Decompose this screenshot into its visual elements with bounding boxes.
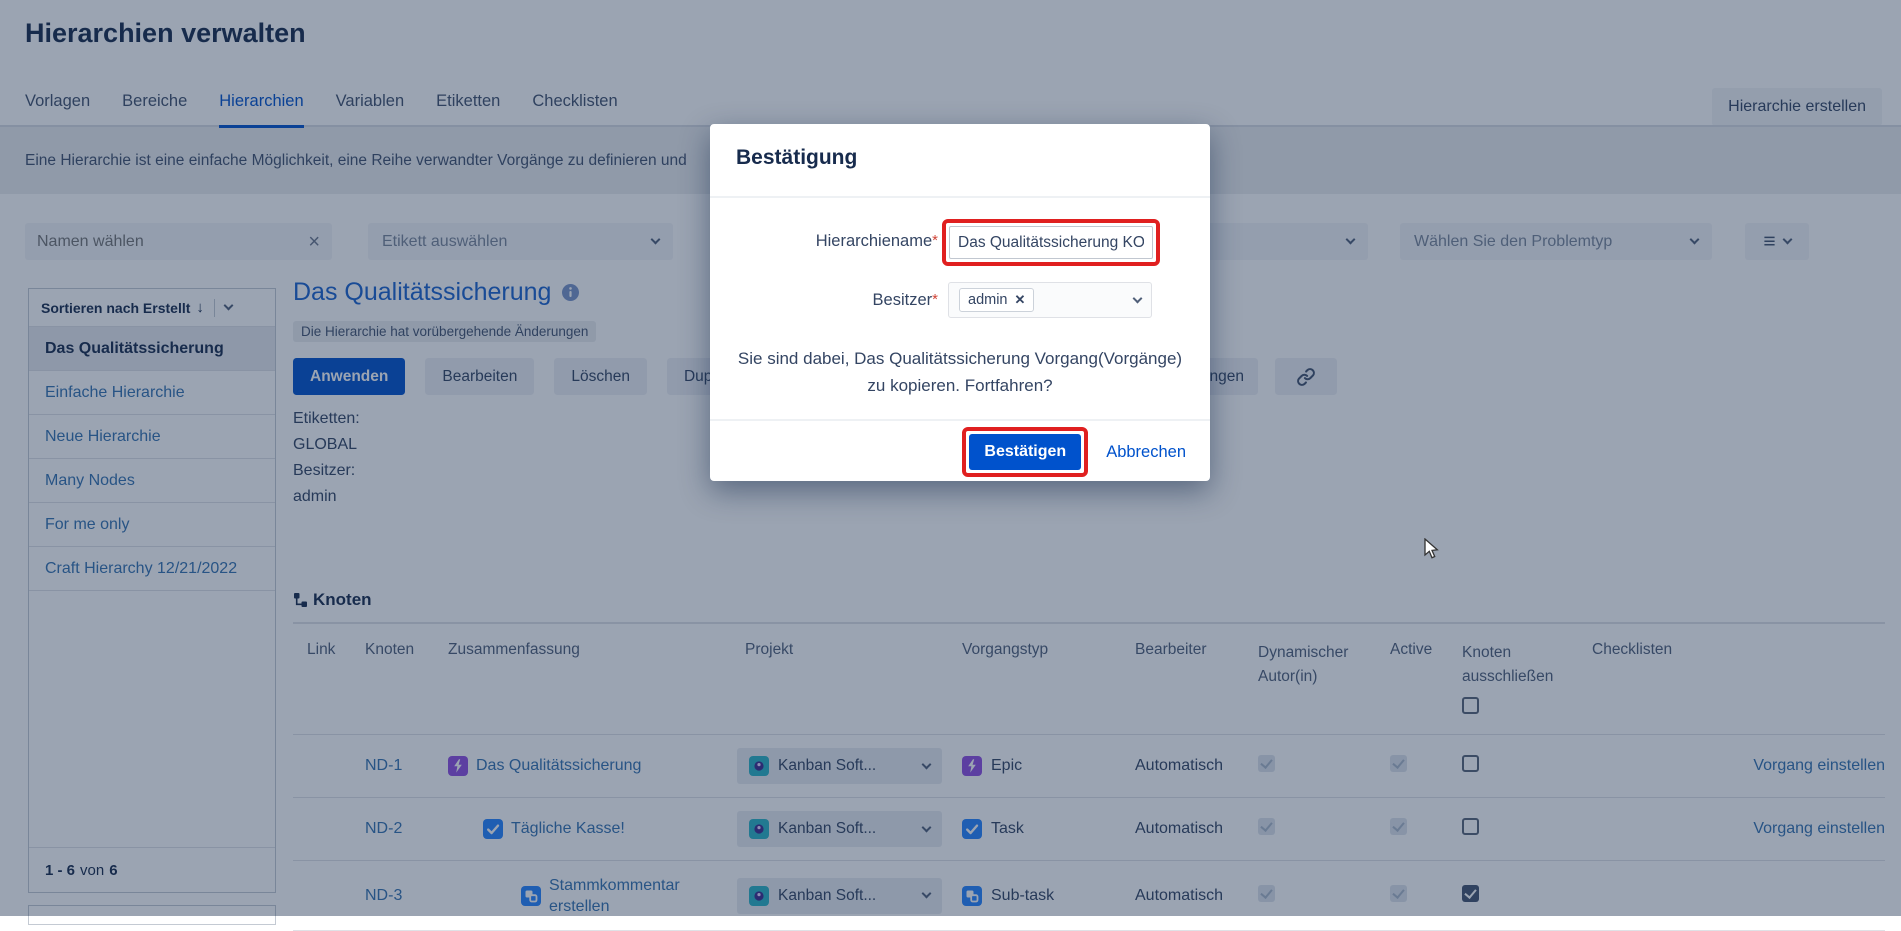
confirmation-message: Sie sind dabei, Das Qualitätssicherung V… [728,345,1192,399]
page: Hierarchien verwalten Hierarchie erstell… [0,0,1901,916]
required-mark: * [932,232,938,249]
dialog-footer: Bestätigen Abbrechen [962,427,1186,477]
mouse-cursor [1424,538,1444,565]
dialog-title: Bestätigung [736,146,857,170]
confirmation-dialog: Bestätigung Hierarchiename* Besitzer* ad… [710,124,1210,481]
chevron-down-icon [1133,293,1143,303]
owner-chip: admin ✕ [959,288,1034,312]
hierarchy-name-label: Hierarchiename* [710,232,938,251]
required-mark: * [932,291,938,308]
annotation-highlight-input [942,219,1160,266]
cancel-button[interactable]: Abbrechen [1106,443,1186,462]
annotation-highlight-button: Bestätigen [962,427,1088,477]
hierarchy-name-input[interactable] [949,226,1153,259]
owner-label: Besitzer* [710,291,938,310]
remove-owner-icon[interactable]: ✕ [1015,292,1026,308]
owner-select[interactable]: admin ✕ [948,282,1152,318]
confirm-button[interactable]: Bestätigen [969,434,1081,470]
